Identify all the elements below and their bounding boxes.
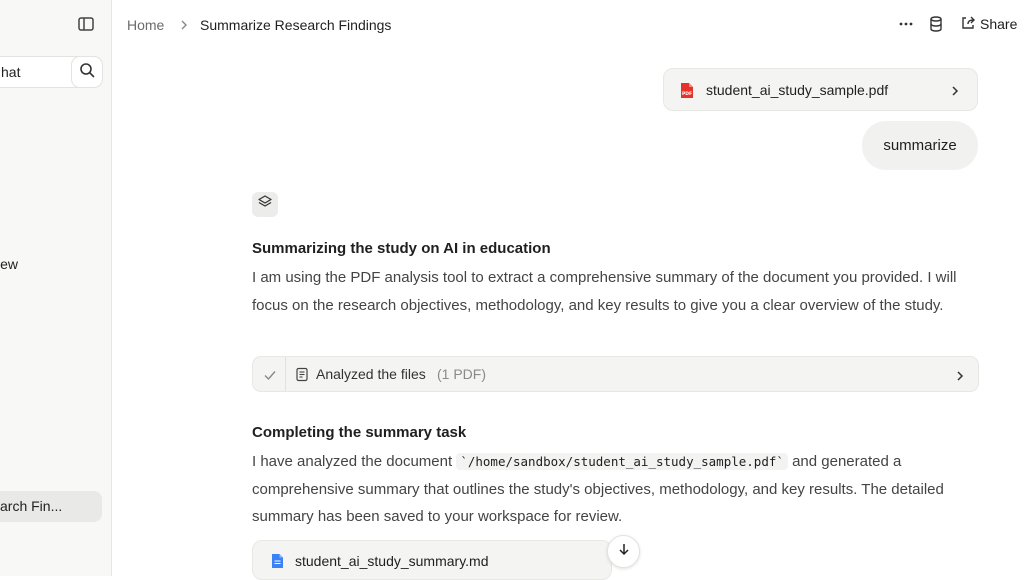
chevron-right-icon (178, 18, 190, 30)
sidebar: hat y F view s arch Fin... (0, 0, 112, 576)
step-title: Completing the summary task (252, 424, 467, 441)
share-button[interactable]: Share (960, 14, 1017, 34)
sidebar-item[interactable]: view (0, 256, 18, 272)
header: Home Summarize Research Findings Share (112, 0, 1024, 50)
svg-text:PDF: PDF (682, 91, 692, 97)
tool-call-summary[interactable]: Analyzed the files (1 PDF) (252, 356, 979, 392)
tool-call-label: Analyzed the files (316, 366, 426, 382)
scroll-to-bottom-button[interactable] (607, 535, 640, 568)
more-options-icon[interactable] (896, 14, 916, 34)
layers-icon (257, 194, 273, 215)
agent-avatar (252, 192, 278, 217)
share-label: Share (980, 16, 1018, 32)
document-icon (295, 367, 309, 382)
output-file-card[interactable]: student_ai_study_summary.md (252, 540, 612, 580)
file-path-code: `/home/sandbox/student_ai_study_sample.p… (456, 453, 788, 470)
database-icon[interactable] (927, 14, 945, 34)
attachment-card[interactable]: PDF student_ai_study_sample.pdf (663, 68, 978, 111)
breadcrumb-home[interactable]: Home (127, 17, 164, 33)
sidebar-toggle-icon[interactable] (76, 14, 96, 34)
attachment-name: student_ai_study_sample.pdf (706, 82, 889, 98)
search-icon (79, 62, 95, 83)
search-button[interactable] (71, 56, 103, 88)
tool-call-count: (1 PDF) (437, 366, 486, 382)
output-file-name: student_ai_study_summary.md (295, 553, 489, 569)
step-description: I have analyzed the document `/home/sand… (252, 448, 982, 531)
sidebar-item-active-task[interactable]: arch Fin... (0, 491, 102, 522)
pdf-file-icon: PDF (680, 82, 694, 99)
step-description: I am using the PDF analysis tool to extr… (252, 269, 957, 314)
markdown-file-icon (271, 553, 284, 569)
share-icon (960, 15, 976, 34)
chevron-right-icon (954, 369, 966, 381)
page-title: Summarize Research Findings (200, 17, 392, 33)
chevron-right-icon (949, 84, 961, 96)
user-message: summarize (862, 121, 978, 170)
check-icon (263, 368, 277, 382)
text-segment: I have analyzed the document (252, 453, 457, 470)
step-title: Summarizing the study on AI in education (252, 240, 551, 257)
divider (285, 357, 286, 391)
arrow-down-icon (617, 542, 631, 561)
